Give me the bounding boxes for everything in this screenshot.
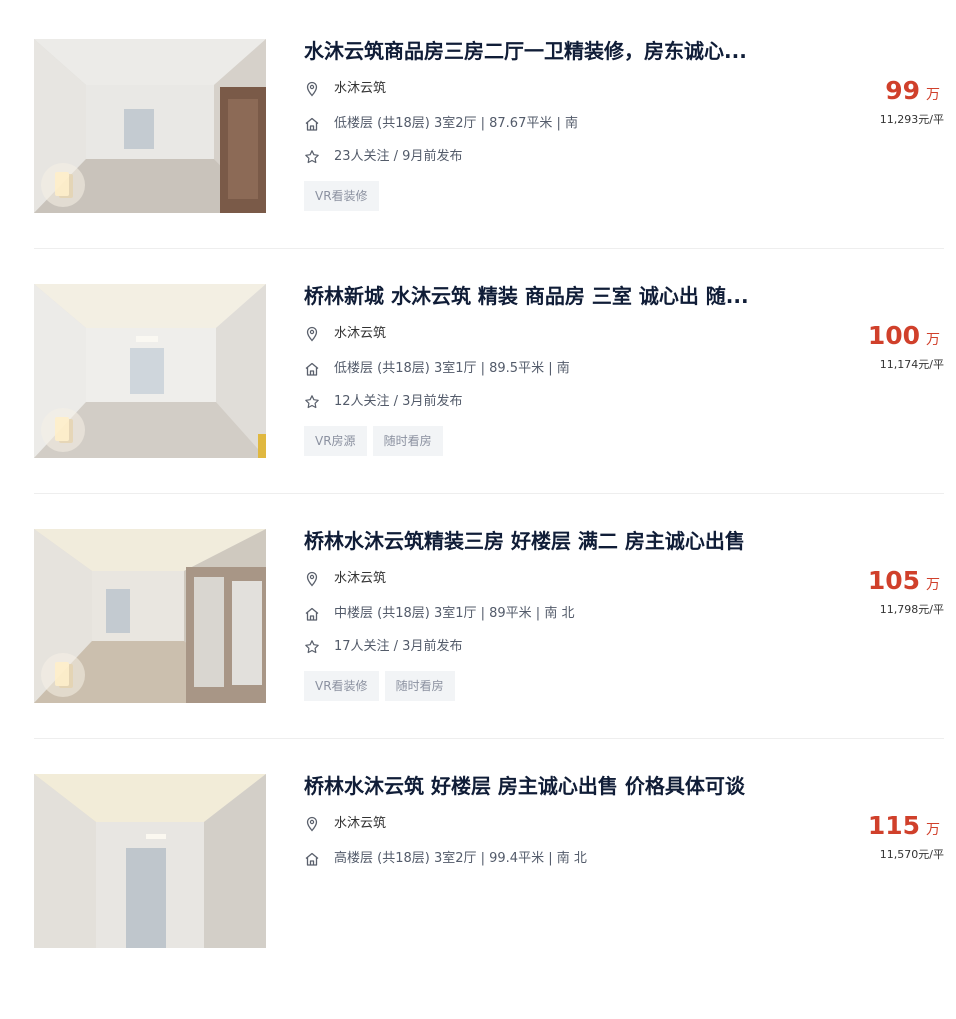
listing-photo[interactable]: [34, 39, 266, 213]
total-price-unit: 万: [926, 332, 940, 348]
listing-info: 桥林水沐云筑精装三房 好楼层 满二 房主诚心出售 水沐云筑 中楼层 (共18层)…: [304, 528, 804, 701]
house-info: 中楼层 (共18层) 3室1厅 | 89平米 | 南 北: [334, 606, 575, 621]
follow-info: 23人关注 / 9月前发布: [334, 149, 463, 164]
location-pin-icon: [306, 571, 318, 587]
unit-price: 11,570元/平: [879, 848, 944, 861]
listing-title[interactable]: 桥林水沐云筑 好楼层 房主诚心出售 价格具体可谈: [304, 773, 788, 799]
follow-info: 17人关注 / 3月前发布: [334, 639, 463, 654]
tag[interactable]: VR看装修: [304, 671, 379, 701]
community-link[interactable]: 水沐云筑: [334, 80, 386, 98]
tag-list: VR房源 随时看房: [304, 426, 449, 456]
total-price: 100 万: [804, 321, 944, 351]
house-info: 低楼层 (共18层) 3室2厅 | 87.67平米 | 南: [334, 116, 578, 131]
tag-list: VR看装修 随时看房: [304, 671, 461, 701]
listing-info: 水沐云筑商品房三房二厅一卫精装修，房东诚心... 水沐云筑 低楼层 (共18层)…: [304, 38, 804, 211]
house-icon: [305, 362, 319, 376]
listing-photo[interactable]: [34, 284, 266, 458]
unit-price: 11,798元/平: [879, 603, 944, 616]
listing-item[interactable]: 桥林新城 水沐云筑 精装 商品房 三室 诚心出 随... 水沐云筑 低楼层 (共…: [34, 284, 944, 529]
price-block: 100 万 11,174元/平: [804, 321, 944, 372]
community-link[interactable]: 水沐云筑: [334, 325, 386, 343]
star-icon: [305, 150, 319, 164]
listing-info: 桥林新城 水沐云筑 精装 商品房 三室 诚心出 随... 水沐云筑 低楼层 (共…: [304, 283, 804, 456]
price-block: 99 万 11,293元/平: [804, 76, 944, 127]
total-price-unit: 万: [926, 87, 940, 103]
listing-title[interactable]: 桥林水沐云筑精装三房 好楼层 满二 房主诚心出售: [304, 528, 788, 554]
follow-info: 12人关注 / 3月前发布: [334, 394, 463, 409]
total-price-value: 99: [885, 76, 920, 105]
total-price: 105 万: [804, 566, 944, 596]
vr-cube-icon[interactable]: [41, 653, 85, 697]
house-info: 低楼层 (共18层) 3室1厅 | 89.5平米 | 南: [334, 361, 570, 376]
tag[interactable]: 随时看房: [372, 426, 443, 456]
listing-list: 水沐云筑商品房三房二厅一卫精装修，房东诚心... 水沐云筑 低楼层 (共18层)…: [34, 39, 944, 1019]
listing-item[interactable]: 水沐云筑商品房三房二厅一卫精装修，房东诚心... 水沐云筑 低楼层 (共18层)…: [34, 39, 944, 284]
community-link[interactable]: 水沐云筑: [334, 815, 386, 833]
star-icon: [305, 640, 319, 654]
star-icon: [305, 395, 319, 409]
divider: [34, 738, 944, 739]
house-icon: [305, 117, 319, 131]
location-pin-icon: [306, 326, 318, 342]
unit-price: 11,174元/平: [879, 358, 944, 371]
location-pin-icon: [306, 81, 318, 97]
listing-info: 桥林水沐云筑 好楼层 房主诚心出售 价格具体可谈 水沐云筑 高楼层 (共18层)…: [304, 773, 804, 866]
tag-list: VR看装修: [304, 181, 385, 211]
listing-photo[interactable]: [34, 774, 266, 948]
price-block: 105 万 11,798元/平: [804, 566, 944, 617]
listing-item[interactable]: 桥林水沐云筑精装三房 好楼层 满二 房主诚心出售 水沐云筑 中楼层 (共18层)…: [34, 529, 944, 774]
price-block: 115 万 11,570元/平: [804, 811, 944, 862]
location-pin-icon: [306, 816, 318, 832]
vr-cube-icon[interactable]: [41, 408, 85, 452]
total-price-unit: 万: [926, 822, 940, 838]
vr-cube-icon[interactable]: [41, 163, 85, 207]
listing-photo[interactable]: [34, 529, 266, 703]
total-price-value: 100: [867, 321, 920, 350]
divider: [34, 248, 944, 249]
community-link[interactable]: 水沐云筑: [334, 570, 386, 588]
tag[interactable]: VR看装修: [304, 181, 379, 211]
total-price: 115 万: [804, 811, 944, 841]
unit-price: 11,293元/平: [879, 113, 944, 126]
listing-item[interactable]: 桥林水沐云筑 好楼层 房主诚心出售 价格具体可谈 水沐云筑 高楼层 (共18层)…: [34, 774, 944, 1019]
house-icon: [305, 607, 319, 621]
listing-title[interactable]: 水沐云筑商品房三房二厅一卫精装修，房东诚心...: [304, 38, 788, 64]
total-price-unit: 万: [926, 577, 940, 593]
house-info: 高楼层 (共18层) 3室2厅 | 99.4平米 | 南 北: [334, 851, 587, 866]
listing-title[interactable]: 桥林新城 水沐云筑 精装 商品房 三室 诚心出 随...: [304, 283, 788, 309]
house-icon: [305, 852, 319, 866]
tag[interactable]: VR房源: [304, 426, 367, 456]
total-price-value: 105: [867, 566, 920, 595]
divider: [34, 493, 944, 494]
total-price: 99 万: [804, 76, 944, 106]
total-price-value: 115: [867, 811, 920, 840]
tag[interactable]: 随时看房: [384, 671, 455, 701]
